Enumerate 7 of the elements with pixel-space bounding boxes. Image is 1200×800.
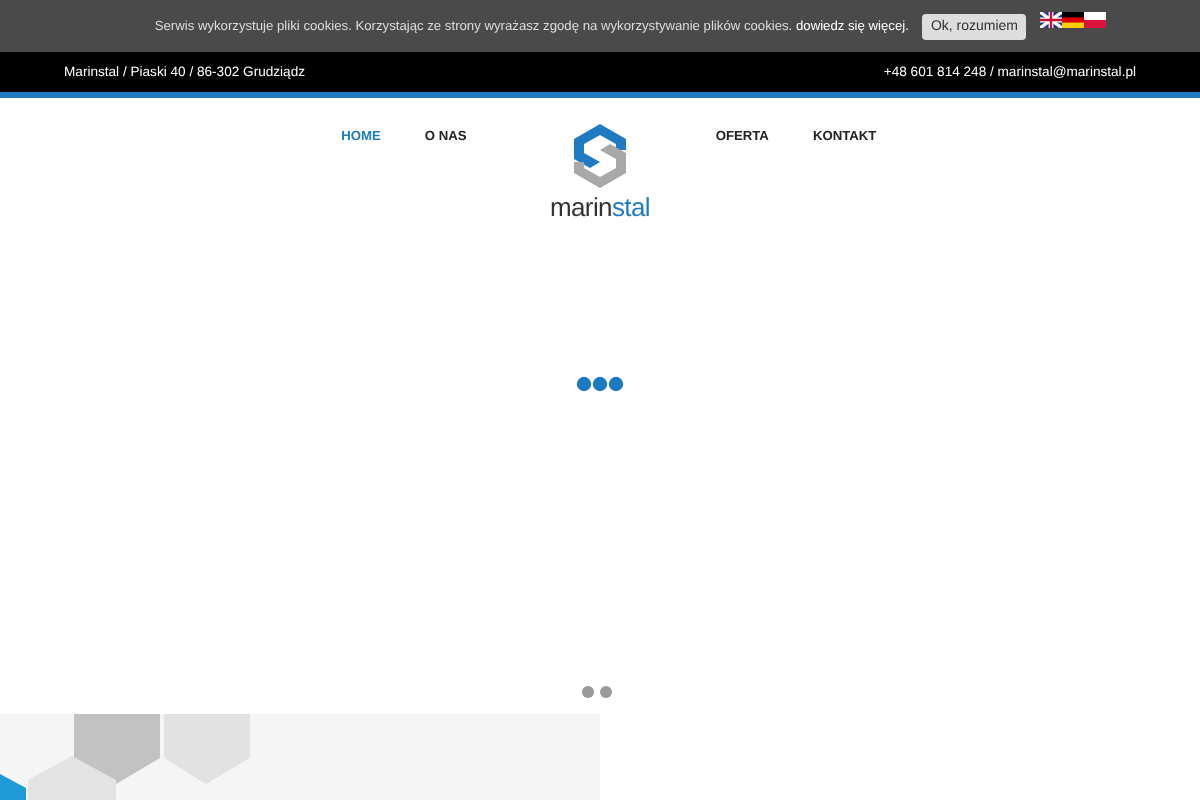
- polish-flag-icon[interactable]: [1084, 12, 1106, 28]
- loading-icon: [576, 376, 624, 392]
- slider-dot[interactable]: [600, 686, 612, 698]
- slider-dot[interactable]: [582, 686, 594, 698]
- logo-text[interactable]: marinstal: [549, 192, 651, 222]
- german-flag-icon[interactable]: [1062, 12, 1084, 28]
- english-flag-icon[interactable]: [1040, 12, 1062, 28]
